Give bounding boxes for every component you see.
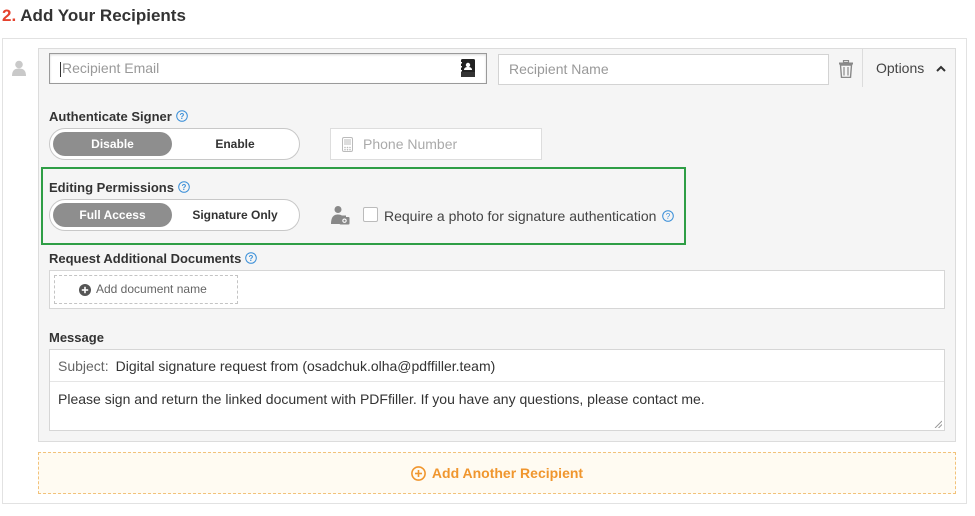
phone-number-placeholder: Phone Number [363,136,458,152]
authenticate-enable-option[interactable]: Enable [176,132,294,156]
plus-circle-icon [79,284,91,296]
additional-documents-label: Request Additional Documents? [49,251,258,266]
subject-label: Subject: [58,358,109,374]
signature-only-option[interactable]: Signature Only [176,203,294,227]
photo-auth-icon [331,206,350,225]
add-another-recipient-label: Add Another Recipient [431,465,584,481]
message-box: Subject: Digital signature request from (… [49,349,945,431]
editing-permissions-label: Editing Permissions? [49,180,190,195]
recipient-email-input[interactable]: Recipient Email [49,53,487,84]
add-another-recipient-button[interactable]: Add Another Recipient [38,452,956,494]
contacts-book-icon[interactable] [460,59,476,77]
options-button[interactable]: Options [862,49,955,87]
help-icon[interactable]: ? [662,210,675,222]
resize-handle-icon[interactable] [934,420,942,428]
section-number: 2. [2,6,17,25]
section-title: 2. Add Your Recipients [2,6,186,26]
editing-permissions-text: Editing Permissions [49,180,174,195]
svg-text:?: ? [182,183,187,192]
permissions-toggle: Full Access Signature Only [49,199,300,231]
svg-text:?: ? [666,212,671,221]
text-caret [60,61,61,77]
authenticate-signer-text: Authenticate Signer [49,109,172,124]
phone-icon [342,137,353,152]
add-document-button[interactable]: Add document name [54,275,238,304]
photo-auth-text: Require a photo for signature authentica… [384,208,657,224]
photo-auth-label: Require a photo for signature authentica… [384,208,675,224]
full-access-option[interactable]: Full Access [53,203,172,227]
message-label: Message [49,330,104,345]
svg-text:?: ? [179,112,184,121]
photo-auth-checkbox[interactable] [363,207,378,222]
recipient-email-placeholder: Recipient Email [62,60,160,76]
subject-field[interactable]: Subject: Digital signature request from (… [50,350,944,382]
help-icon[interactable]: ? [175,110,188,122]
plus-circle-icon [411,466,426,481]
help-icon[interactable]: ? [245,252,258,264]
help-icon[interactable]: ? [178,181,190,193]
recipient-name-input[interactable]: Recipient Name [498,54,829,85]
options-label: Options [876,60,925,76]
person-icon [12,60,26,76]
message-body[interactable]: Please sign and return the linked docume… [58,391,705,407]
authenticate-signer-label: Authenticate Signer? [49,109,188,124]
add-document-label: Add document name [96,282,207,296]
chevron-up-icon [936,65,946,72]
subject-value: Digital signature request from (osadchuk… [115,358,496,374]
trash-icon[interactable] [838,60,854,78]
authenticate-toggle: Disable Enable [49,128,300,160]
additional-documents-text: Request Additional Documents [49,251,242,266]
phone-number-input[interactable]: Phone Number [330,128,542,160]
recipient-name-placeholder: Recipient Name [509,61,609,77]
authenticate-disable-option[interactable]: Disable [53,132,172,156]
svg-text:?: ? [249,254,254,263]
section-title-text: Add Your Recipients [20,6,186,25]
